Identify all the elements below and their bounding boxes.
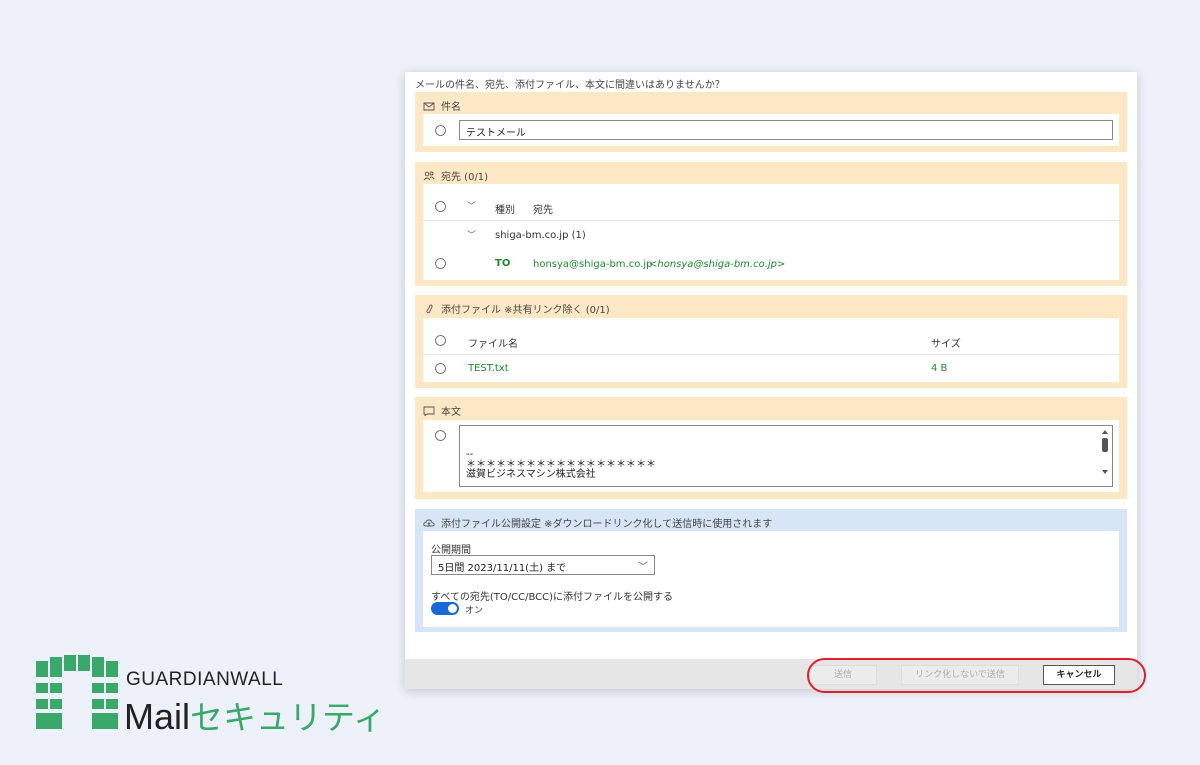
publish-header: 添付ファイル公開設定 ※ダウンロードリンク化して送信時に使用されます [423,515,772,530]
confirm-dialog: メールの件名、宛先、添付ファイル、本文に間違いはありませんか？ 件名 テストメー… [405,72,1137,689]
chevron-down-icon[interactable]: ﹀ [467,199,476,212]
attachments-section: 添付ファイル ※共有リンク除く (0/1) ファイル名 サイズ TEST.txt… [415,295,1127,388]
logo-mark-icon [36,655,118,729]
attachment-radio[interactable] [435,363,446,374]
recipients-all-radio[interactable] [435,201,446,212]
logo-product-text: Mailセキュリティ [124,691,386,739]
chevron-down-icon[interactable]: ﹀ [467,228,476,241]
chevron-down-icon: ﹀ [638,562,648,573]
buttons-highlight-annotation [807,658,1146,693]
toggle-state-label: オン [465,606,484,616]
subject-header: 件名 [423,98,461,113]
domain-group-label: shiga-bm.co.jp (1) [495,230,586,241]
publish-all-toggle[interactable] [431,602,459,615]
mailbody-body: -- ＊＊＊＊＊＊＊＊＊＊＊＊＊＊＊＊＊＊＊ 滋賀ビジネスマシン株式会社 [423,420,1119,492]
vertical-scrollbar[interactable] [1100,428,1110,484]
period-label: 公開期間 [431,545,471,556]
subject-header-label: 件名 [441,102,461,113]
recipient-address: honsya@shiga-bm.co.jp [533,259,653,270]
period-select[interactable]: 5日間 2023/11/11(土) まで ﹀ [431,555,655,575]
mailbody-section: 本文 -- ＊＊＊＊＊＊＊＊＊＊＊＊＊＊＊＊＊＊＊ 滋賀ビジネスマシン株式会社 [415,397,1127,499]
paperclip-icon [426,304,433,313]
col-dest-header: 宛先 [533,205,553,216]
recipients-header: 宛先 (0/1) [423,168,488,183]
mailbody-header: 本文 [423,403,461,418]
subject-check-radio[interactable] [435,125,446,136]
attachments-all-radio[interactable] [435,335,446,346]
publish-all-label: すべての宛先(TO/CC/BCC)に添付ファイルを公開する [431,592,674,603]
recipient-radio[interactable] [435,258,446,269]
mailbody-header-label: 本文 [441,407,461,418]
period-select-value: 5日間 2023/11/11(土) まで [438,563,567,574]
col-type-header: 種別 [495,205,515,216]
recipients-header-label: 宛先 (0/1) [441,172,489,183]
mailbody-line: 滋賀ビジネスマシン株式会社 [466,469,596,480]
mailbody-radio[interactable] [435,430,446,441]
attachment-name: TEST.txt [468,363,509,374]
subject-section: 件名 テストメール [415,92,1127,152]
subject-input[interactable]: テストメール [459,120,1113,140]
recipient-display: <honsya@shiga-bm.co.jp> [649,259,786,270]
people-icon [423,171,435,180]
logo-brand-text: GUARDIANWALL [126,669,284,690]
attachments-body: ファイル名 サイズ TEST.txt 4 B [423,318,1119,382]
mailbody-textarea[interactable]: -- ＊＊＊＊＊＊＊＊＊＊＊＊＊＊＊＊＊＊＊ 滋賀ビジネスマシン株式会社 [459,425,1113,487]
attachments-header: 添付ファイル ※共有リンク除く (0/1) [423,301,610,316]
confirm-question: メールの件名、宛先、添付ファイル、本文に間違いはありませんか？ [415,80,725,91]
col-size-header: サイズ [931,339,961,350]
recipient-type: TO [495,258,511,269]
attachments-header-label: 添付ファイル ※共有リンク除く (0/1) [441,305,610,316]
recipients-body: ﹀ 種別 宛先 ﹀ shiga-bm.co.jp (1) TO honsya@s… [423,184,1119,280]
publish-section: 添付ファイル公開設定 ※ダウンロードリンク化して送信時に使用されます 公開期間 … [415,509,1127,632]
row-divider [423,220,1119,221]
recipients-section: 宛先 (0/1) ﹀ 種別 宛先 ﹀ shiga-bm.co.jp (1) TO… [415,162,1127,286]
cloud-upload-icon [423,519,435,526]
envelope-icon [423,102,435,110]
message-icon [423,406,435,416]
col-filename-header: ファイル名 [468,339,518,350]
logo-product-latin: Mail [124,696,191,737]
publish-body: 公開期間 5日間 2023/11/11(土) まで ﹀ すべての宛先(TO/CC… [423,531,1119,627]
subject-body: テストメール [423,114,1119,146]
guardianwall-logo: GUARDIANWALL Mailセキュリティ [36,655,386,737]
logo-product-kana: セキュリティ [190,699,387,736]
publish-header-label: 添付ファイル公開設定 ※ダウンロードリンク化して送信時に使用されます [441,519,773,530]
attachment-size: 4 B [931,363,948,374]
row-divider [423,354,1119,355]
